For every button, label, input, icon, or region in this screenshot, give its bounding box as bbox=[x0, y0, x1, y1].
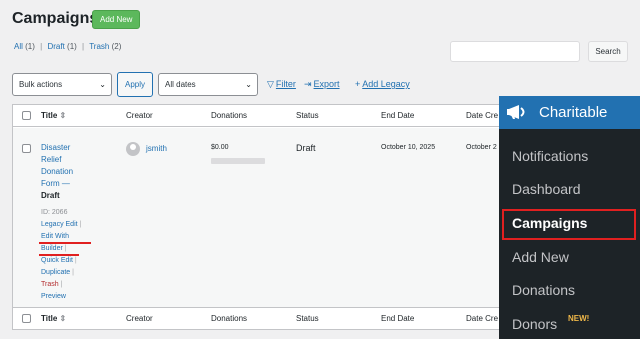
new-badge: NEW! bbox=[568, 314, 590, 323]
export-icon: ⇥ bbox=[304, 79, 312, 89]
column-creator: Creator bbox=[126, 314, 153, 323]
megaphone-icon bbox=[507, 105, 525, 119]
end-date-value: October 10, 2025 bbox=[381, 144, 436, 151]
column-status: Status bbox=[296, 314, 319, 323]
search-input[interactable] bbox=[450, 41, 580, 62]
select-all-checkbox[interactable] bbox=[22, 314, 31, 323]
filter-trash-link[interactable]: Trash bbox=[89, 42, 109, 51]
chevron-down-icon: ⌄ bbox=[245, 80, 252, 89]
campaign-title: Disaster Relief Donation Form — Draft bbox=[41, 143, 74, 200]
chevron-down-icon: ⌄ bbox=[99, 80, 106, 89]
apply-button[interactable]: Apply bbox=[117, 72, 153, 97]
menu-item-donations[interactable]: Donations bbox=[512, 282, 575, 298]
status-value: Draft bbox=[296, 143, 316, 153]
highlight-box bbox=[502, 209, 636, 240]
filter-all-link[interactable]: All bbox=[14, 42, 23, 51]
filter-icon: ▽ bbox=[267, 79, 274, 89]
row-checkbox[interactable] bbox=[22, 144, 31, 153]
select-all-checkbox[interactable] bbox=[22, 111, 31, 120]
post-state: Draft bbox=[41, 191, 60, 200]
creator-link[interactable]: jsmith bbox=[146, 144, 167, 153]
menu-item-donors[interactable]: Donors bbox=[512, 316, 557, 332]
highlight-underline bbox=[39, 254, 79, 256]
filter-trash-count: (2) bbox=[111, 42, 122, 51]
dates-value: All dates bbox=[165, 80, 196, 89]
menu-item-add-new[interactable]: Add New bbox=[512, 249, 569, 265]
filter-link[interactable]: ▽ Filter bbox=[267, 79, 296, 90]
column-date-created: Date Cre bbox=[466, 111, 499, 120]
bulk-actions-select[interactable]: Bulk actions ⌄ bbox=[12, 73, 112, 96]
plus-icon: + bbox=[355, 79, 361, 89]
page-title: Campaigns bbox=[12, 10, 99, 27]
menu-item-notifications[interactable]: Notifications bbox=[512, 148, 588, 164]
filter-draft-link[interactable]: Draft bbox=[47, 42, 64, 51]
brand-name: Charitable bbox=[539, 104, 608, 121]
bulk-actions-value: Bulk actions bbox=[19, 80, 63, 89]
duplicate-link[interactable]: Duplicate bbox=[41, 269, 70, 276]
filter-draft-count: (1) bbox=[67, 42, 77, 51]
trash-link[interactable]: Trash bbox=[41, 281, 59, 288]
charitable-submenu: Charitable Notifications Dashboard Campa… bbox=[499, 96, 640, 339]
column-status: Status bbox=[296, 111, 319, 120]
quick-edit-link[interactable]: Quick Edit bbox=[41, 257, 73, 264]
filter-all-count: (1) bbox=[25, 42, 35, 51]
sort-icon: ⇕ bbox=[59, 111, 67, 120]
column-date-created: Date Cre bbox=[466, 314, 499, 323]
add-legacy-link[interactable]: + Add Legacy bbox=[355, 79, 410, 89]
column-end-date: End Date bbox=[381, 111, 415, 120]
campaign-id: ID: 2066 bbox=[41, 209, 68, 216]
dates-select[interactable]: All dates ⌄ bbox=[158, 73, 258, 96]
avatar bbox=[126, 142, 140, 156]
column-donations: Donations bbox=[211, 111, 248, 120]
donations-amount: $0.00 bbox=[211, 144, 229, 151]
status-filters: All (1) | Draft (1) | Trash (2) bbox=[14, 42, 121, 51]
column-end-date: End Date bbox=[381, 314, 415, 323]
sort-icon: ⇕ bbox=[59, 314, 67, 323]
date-created-value: October 2 bbox=[466, 144, 497, 151]
add-new-button[interactable]: Add New bbox=[92, 10, 141, 29]
menu-header: Charitable bbox=[499, 96, 640, 129]
column-title[interactable]: Title ⇕ bbox=[41, 314, 66, 323]
highlight-underline bbox=[39, 242, 91, 244]
preview-link[interactable]: Preview bbox=[41, 293, 66, 300]
column-creator: Creator bbox=[126, 111, 153, 120]
legacy-edit-link[interactable]: Legacy Edit bbox=[41, 221, 78, 228]
donations-progress-bar bbox=[211, 158, 265, 164]
filter-separator: | bbox=[82, 42, 85, 51]
menu-item-dashboard[interactable]: Dashboard bbox=[512, 181, 581, 197]
column-title[interactable]: Title ⇕ bbox=[41, 111, 66, 120]
search-button[interactable]: Search bbox=[588, 41, 628, 62]
column-donations: Donations bbox=[211, 314, 248, 323]
export-link[interactable]: ⇥ Export bbox=[304, 79, 340, 90]
filter-separator: | bbox=[40, 42, 43, 51]
